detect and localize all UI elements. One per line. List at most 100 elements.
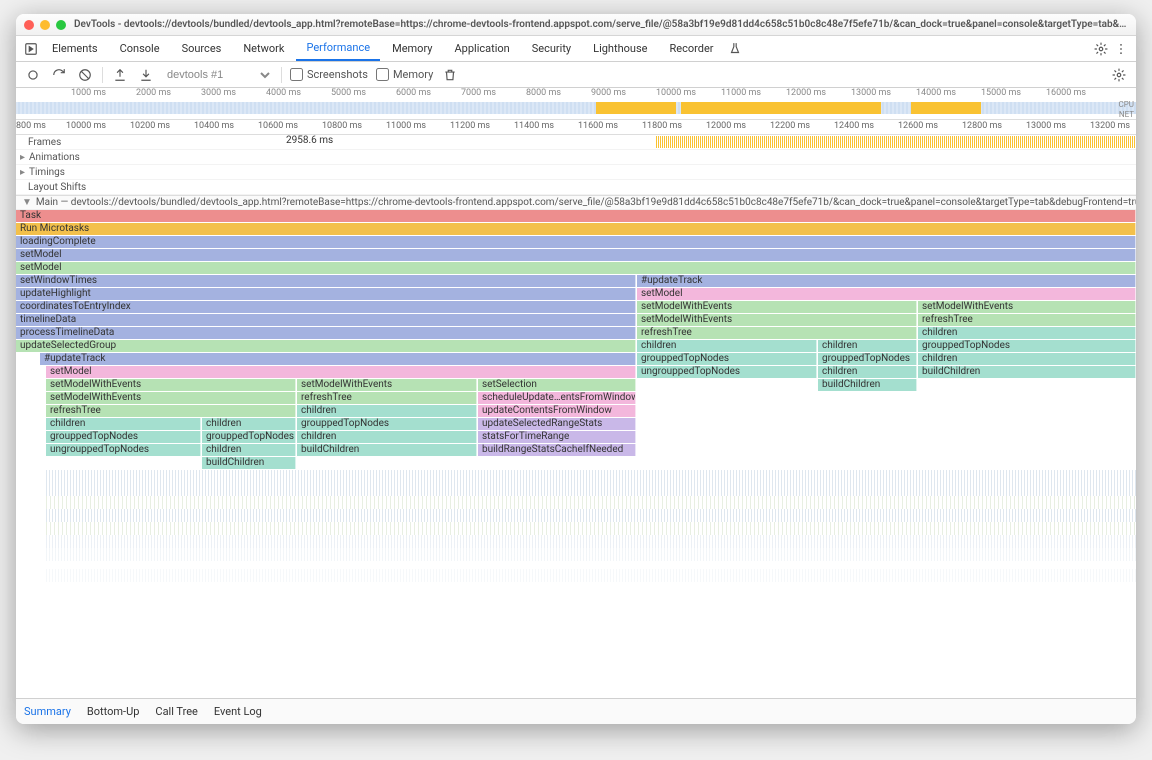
tab-elements[interactable]: Elements	[42, 37, 108, 60]
close-icon[interactable]	[24, 20, 34, 30]
clear-icon[interactable]	[76, 66, 94, 84]
overview-strip[interactable]: 1000 ms 2000 ms 3000 ms 4000 ms 5000 ms …	[16, 88, 1136, 120]
tab-performance[interactable]: Performance	[296, 36, 380, 61]
reload-icon[interactable]	[50, 66, 68, 84]
flame-bar[interactable]: Task	[16, 210, 1136, 222]
flame-bar[interactable]: setModel	[637, 288, 1136, 300]
flame-bar[interactable]: children	[46, 418, 201, 430]
flame-bar[interactable]: #updateTrack	[637, 275, 1136, 287]
recorder-preview-icon[interactable]	[726, 40, 744, 58]
flame-bar[interactable]: grouppedTopNodes	[918, 340, 1136, 352]
flame-bar[interactable]: setModelWithEvents	[637, 301, 917, 313]
flame-bar[interactable]: buildChildren	[818, 379, 917, 391]
timeline-ruler[interactable]: 800 ms 10000 ms 10200 ms 10400 ms 10600 …	[16, 120, 1136, 135]
flame-bar[interactable]: #updateTrack	[40, 353, 636, 365]
tab-security[interactable]: Security	[522, 37, 581, 60]
flame-bar[interactable]: setModelWithEvents	[46, 392, 296, 404]
inspect-icon[interactable]	[22, 40, 40, 58]
flame-bar[interactable]: children	[818, 340, 917, 352]
flame-bar[interactable]: ungrouppedTopNodes	[46, 444, 201, 456]
btab-summary[interactable]: Summary	[24, 705, 71, 718]
flame-bar[interactable]: statsForTimeRange	[478, 431, 636, 443]
track-timings[interactable]: ▸Timings	[16, 165, 1136, 180]
flame-bar[interactable]: setModelWithEvents	[637, 314, 917, 326]
flame-bar[interactable]: children	[202, 444, 296, 456]
flame-bar[interactable]: setWindowTimes	[16, 275, 636, 287]
tab-application[interactable]: Application	[444, 37, 519, 60]
overview-tick: 15000 ms	[981, 88, 1021, 98]
flame-bar[interactable]: buildChildren	[918, 366, 1136, 378]
flame-bar[interactable]: setModel	[46, 366, 636, 378]
trash-icon[interactable]	[441, 66, 459, 84]
btab-call-tree[interactable]: Call Tree	[155, 705, 197, 718]
screenshots-checkbox[interactable]: Screenshots	[290, 68, 368, 81]
flame-bar[interactable]: children	[297, 405, 477, 417]
main-thread-header[interactable]: ▼Main — devtools://devtools/bundled/devt…	[16, 195, 1136, 210]
flame-bar[interactable]: refreshTree	[297, 392, 477, 404]
upload-icon[interactable]	[111, 66, 129, 84]
tab-sources[interactable]: Sources	[172, 37, 232, 60]
overview-tick: 11000 ms	[721, 88, 761, 98]
details-tabs: Summary Bottom-Up Call Tree Event Log	[16, 698, 1136, 724]
flame-bar[interactable]: timelineData	[16, 314, 636, 326]
flame-bar[interactable]: grouppedTopNodes	[297, 418, 477, 430]
overview-tick: 1000 ms	[71, 88, 106, 98]
flame-bar[interactable]: refreshTree	[918, 314, 1136, 326]
flame-bar[interactable]: scheduleUpdate…entsFromWindow	[478, 392, 636, 404]
flame-bar[interactable]: children	[918, 327, 1136, 339]
settings-icon[interactable]	[1092, 40, 1110, 58]
flame-bar[interactable]: buildChildren	[297, 444, 477, 456]
overview-tick: 5000 ms	[331, 88, 366, 98]
tab-memory[interactable]: Memory	[382, 37, 442, 60]
flame-bar[interactable]: grouppedTopNodes	[818, 353, 917, 365]
flame-bar[interactable]: Run Microtasks	[16, 223, 1136, 235]
more-icon[interactable]	[1112, 40, 1130, 58]
flame-bar[interactable]: coordinatesToEntryIndex	[16, 301, 636, 313]
flame-bar[interactable]: setModel	[16, 249, 1136, 261]
flame-bar[interactable]: refreshTree	[637, 327, 917, 339]
memory-checkbox[interactable]: Memory	[376, 68, 433, 81]
flame-bar[interactable]: children	[297, 431, 477, 443]
flame-bar[interactable]: setSelection	[478, 379, 636, 391]
flame-bar[interactable]: updateSelectedRangeStats	[478, 418, 636, 430]
flame-bar[interactable]: children	[637, 340, 817, 352]
flame-bar[interactable]: children	[818, 366, 917, 378]
flame-bar[interactable]: setModelWithEvents	[297, 379, 477, 391]
flame-bar[interactable]: updateHighlight	[16, 288, 636, 300]
flame-chart[interactable]: Task Run Microtasks loadingComplete setM…	[16, 210, 1136, 698]
flame-bar[interactable]: updateSelectedGroup	[16, 340, 636, 352]
profile-selector[interactable]: devtools #1	[163, 68, 273, 82]
download-icon[interactable]	[137, 66, 155, 84]
flame-bar[interactable]: buildRangeStatsCacheIfNeeded	[478, 444, 636, 456]
window-title: DevTools - devtools://devtools/bundled/d…	[74, 19, 1128, 30]
tab-console[interactable]: Console	[110, 37, 170, 60]
minimize-icon[interactable]	[40, 20, 50, 30]
btab-event-log[interactable]: Event Log	[214, 705, 262, 718]
flame-bar[interactable]: setModelWithEvents	[918, 301, 1136, 313]
track-frames[interactable]: Frames 2958.6 ms	[16, 135, 1136, 150]
flame-bar[interactable]: ungrouppedTopNodes	[637, 366, 817, 378]
record-icon[interactable]	[24, 66, 42, 84]
flame-bar[interactable]: refreshTree	[46, 405, 296, 417]
flame-bar[interactable]: children	[918, 353, 1136, 365]
maximize-icon[interactable]	[56, 20, 66, 30]
capture-settings-icon[interactable]	[1110, 66, 1128, 84]
track-layout-shifts[interactable]: Layout Shifts	[16, 180, 1136, 195]
btab-bottom-up[interactable]: Bottom-Up	[87, 705, 140, 718]
flame-bar[interactable]: processTimelineData	[16, 327, 636, 339]
tab-network[interactable]: Network	[233, 37, 294, 60]
flame-bar[interactable]: buildChildren	[202, 457, 296, 469]
flame-bar[interactable]: grouppedTopNodes	[46, 431, 201, 443]
flame-bar[interactable]: grouppedTopNodes	[637, 353, 817, 365]
flame-bar[interactable]: children	[202, 418, 296, 430]
flame-bar[interactable]: loadingComplete	[16, 236, 1136, 248]
tab-recorder[interactable]: Recorder	[659, 37, 723, 60]
overview-tick: 10000 ms	[656, 88, 696, 98]
flame-bar[interactable]: setModel	[16, 262, 1136, 274]
track-animations[interactable]: ▸Animations	[16, 150, 1136, 165]
flame-bar[interactable]: setModelWithEvents	[46, 379, 296, 391]
flame-bar[interactable]: updateContentsFromWindow	[478, 405, 636, 417]
tab-lighthouse[interactable]: Lighthouse	[583, 37, 657, 60]
overview-tick: 4000 ms	[266, 88, 301, 98]
flame-bar[interactable]: grouppedTopNodes	[202, 431, 296, 443]
